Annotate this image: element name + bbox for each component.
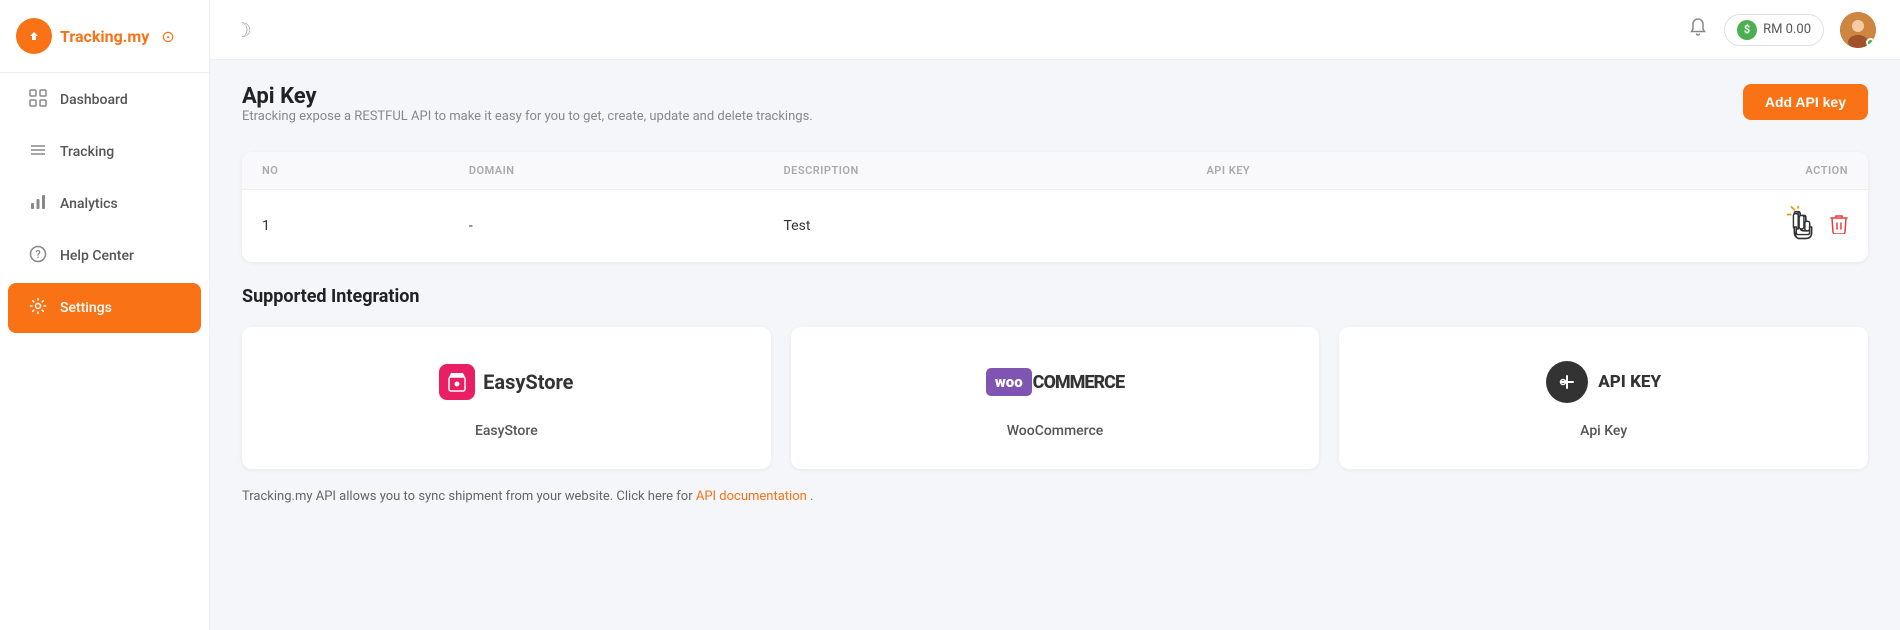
topbar: ☽ $ RM 0.00 [210,0,1900,60]
table-header: NO DOMAIN DESCRIPTION API KEY ACTION [242,152,1868,190]
analytics-icon [28,193,48,215]
col-description: DESCRIPTION [764,152,1187,190]
balance-badge: $ RM 0.00 [1724,14,1824,46]
apikey-card[interactable]: API KEY Api Key [1339,327,1868,469]
sidebar-nav: Dashboard Tracking Analytics [0,73,209,335]
row-description: Test [764,190,1187,263]
api-key-table: NO DOMAIN DESCRIPTION API KEY ACTION 1 -… [242,152,1868,262]
sidebar-item-tracking-label: Tracking [60,144,114,160]
dollar-icon: $ [1737,20,1757,40]
woocommerce-card[interactable]: woo COMMERCE WooCommerce [791,327,1320,469]
sidebar-item-analytics[interactable]: Analytics [8,179,201,229]
tracking-icon [28,141,48,163]
delete-icon[interactable] [1830,214,1848,238]
topbar-left: ☽ [234,18,252,42]
sidebar-item-tracking[interactable]: Tracking [8,127,201,177]
logo-icon [16,18,52,54]
main-area: ☽ $ RM 0.00 [210,0,1900,630]
hand-cursor [1786,206,1818,246]
logo-text: Tracking.my [60,27,149,46]
avatar[interactable] [1840,12,1876,48]
sidebar-item-settings-label: Settings [60,300,112,316]
settings-icon [28,297,48,319]
supported-integration-section: Supported Integration [242,286,1868,504]
logo-badge: ⊙ [161,27,174,46]
sidebar-item-analytics-label: Analytics [60,196,118,212]
col-no: NO [242,152,449,190]
topbar-right: $ RM 0.00 [1688,12,1876,48]
page-title: Api Key [242,84,813,109]
integration-section-title: Supported Integration [242,286,1868,307]
sidebar-item-help-center[interactable]: ? Help Center [8,231,201,281]
row-domain: - [449,190,764,263]
apikey-label: API KEY [1598,372,1661,392]
apikey-logo: API KEY [1546,357,1661,407]
col-api-key: API KEY [1186,152,1493,190]
easystore-card[interactable]: EasyStore EasyStore [242,327,771,469]
dashboard-icon [28,89,48,111]
col-action: ACTION [1494,152,1868,190]
moon-icon: ☽ [234,18,252,42]
api-key-table-container: NO DOMAIN DESCRIPTION API KEY ACTION 1 -… [242,152,1868,262]
row-no: 1 [242,190,449,263]
integrations-grid: EasyStore EasyStore woo COMMERCE WooComm… [242,327,1868,469]
sidebar-item-help-center-label: Help Center [60,248,134,264]
apikey-name: Api Key [1580,423,1627,439]
add-api-key-button[interactable]: Add API key [1743,84,1868,120]
page-header: Api Key Etracking expose a RESTFUL API t… [242,84,1868,144]
easystore-icon [439,364,475,400]
sidebar-item-dashboard-label: Dashboard [60,92,128,108]
woocommerce-name: WooCommerce [1007,423,1104,439]
footer-period: . [810,489,813,504]
easystore-name: EasyStore [475,423,538,439]
sidebar-item-settings[interactable]: Settings [8,283,201,333]
sidebar: Tracking.my ⊙ Dashboard [0,0,210,630]
sidebar-logo: Tracking.my ⊙ [0,0,209,73]
page-title-area: Api Key Etracking expose a RESTFUL API t… [242,84,813,144]
sidebar-item-dashboard[interactable]: Dashboard [8,75,201,125]
balance-amount: RM 0.00 [1763,22,1811,37]
easystore-logo: EasyStore [439,357,573,407]
main-content: Api Key Etracking expose a RESTFUL API t… [210,60,1900,630]
table-body: 1 - Test [242,190,1868,263]
help-center-icon: ? [28,245,48,267]
avatar-online-dot [1866,38,1875,47]
bell-icon[interactable] [1688,17,1708,42]
col-domain: DOMAIN [449,152,764,190]
commerce-text: COMMERCE [1033,372,1124,393]
easystore-text: EasyStore [483,370,573,394]
woocommerce-logo: woo COMMERCE [986,357,1124,407]
row-action [1494,190,1868,263]
footer-text: Tracking.my API allows you to sync shipm… [242,489,1868,504]
api-documentation-link[interactable]: API documentation [696,489,807,504]
page-subtitle: Etracking expose a RESTFUL API to make i… [242,109,813,124]
footer-static-text: Tracking.my API allows you to sync shipm… [242,489,693,504]
woo-badge: woo [986,368,1032,396]
apikey-circle-icon [1546,361,1588,403]
svg-text:?: ? [35,248,40,261]
table-row: 1 - Test [242,190,1868,263]
row-api-key [1186,190,1493,263]
